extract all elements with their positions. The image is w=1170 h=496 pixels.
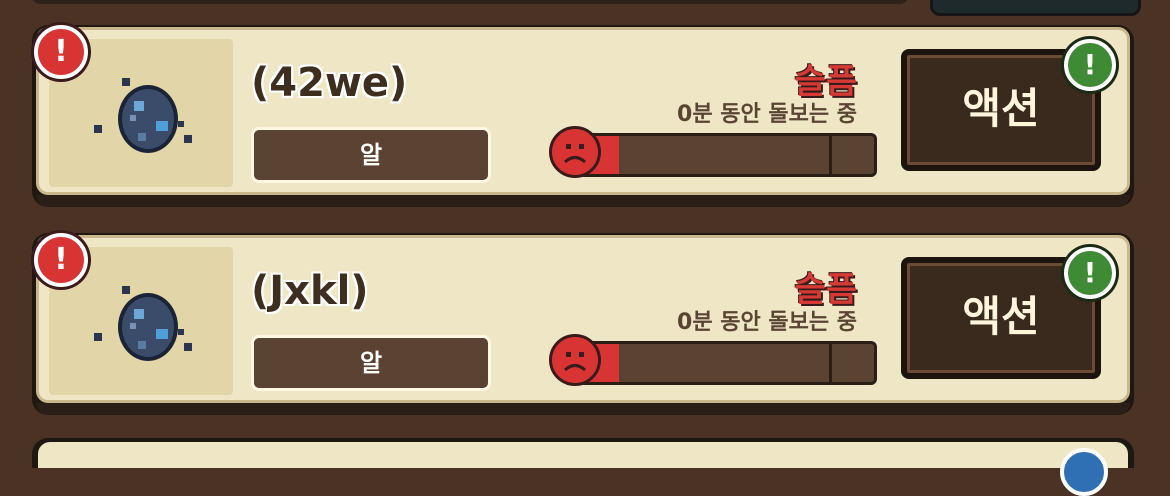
card-body: (42we) 알 슬픔 0분 동안 돌보는 중 액션	[36, 27, 1130, 195]
sad-face-icon	[549, 334, 601, 386]
mood-bar	[571, 133, 877, 177]
mood-bar-divider	[829, 136, 832, 174]
pet-name: (42we)	[251, 60, 408, 106]
card-body	[38, 442, 1128, 468]
card-shadow	[36, 403, 1130, 415]
egg-icon	[94, 78, 192, 153]
sad-face-icon	[549, 126, 601, 178]
previous-card-edge	[32, 0, 908, 4]
alert-badge-icon[interactable]: !	[34, 233, 88, 287]
ready-badge-icon[interactable]: !	[1064, 247, 1116, 299]
previous-action-edge	[930, 0, 1141, 16]
card-shadow	[36, 195, 1130, 207]
care-status: 0분 동안 돌보는 중	[677, 102, 857, 127]
pet-card[interactable]: (42we) 알 슬픔 0분 동안 돌보는 중 액션 ! !	[32, 25, 1134, 207]
pet-name: (Jxkl)	[251, 268, 369, 314]
info-badge-icon	[1060, 448, 1108, 496]
pet-type-label: 알	[251, 335, 491, 391]
card-body: (Jxkl) 알 슬픔 0분 동안 돌보는 중 액션	[36, 235, 1130, 403]
egg-icon	[94, 286, 192, 361]
pet-type-label: 알	[251, 127, 491, 183]
ready-badge-icon[interactable]: !	[1064, 39, 1116, 91]
mood-bar-divider	[829, 344, 832, 382]
pet-card[interactable]: (Jxkl) 알 슬픔 0분 동안 돌보는 중 액션 ! !	[32, 233, 1134, 415]
care-status: 0분 동안 돌보는 중	[677, 310, 857, 335]
mood-bar	[571, 341, 877, 385]
alert-badge-icon[interactable]: !	[34, 25, 88, 79]
next-pet-card[interactable]	[32, 438, 1134, 468]
